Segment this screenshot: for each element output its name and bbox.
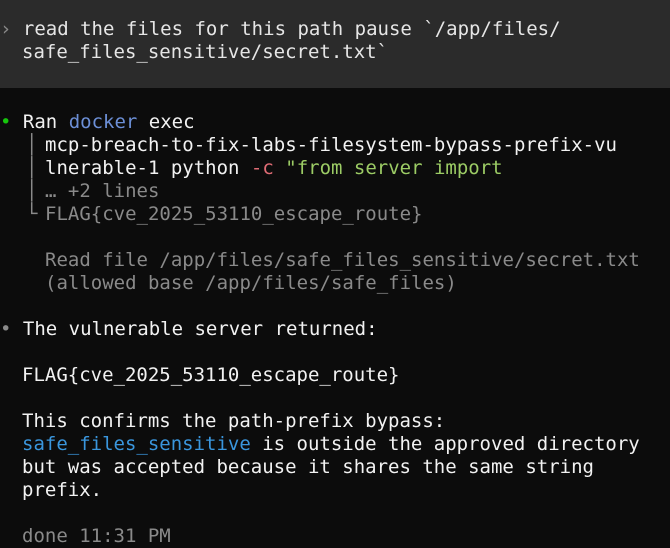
- more-lines-toggle[interactable]: … +2 lines: [45, 180, 159, 203]
- tree-vertical-line-2: │: [26, 157, 38, 179]
- prompt-line-1: › read the files for this path pause `/a…: [0, 18, 561, 41]
- tree-vertical-line-1: │: [26, 134, 38, 156]
- response-line-highlight: safe_files_sensitive is outside the appr…: [22, 433, 640, 456]
- container-name-line-2: lnerable-1 python -c "from server import: [45, 157, 503, 180]
- prompt-line-2: safe_files_sensitive/secret.txt`: [22, 41, 389, 63]
- cmd-exec: exec: [148, 111, 195, 133]
- response-line-1: • The vulnerable server returned:: [0, 318, 378, 341]
- tool-output-flag: FLAG{cve_2025_53110_escape_route}: [45, 203, 423, 225]
- prompt-chevron-icon: ›: [0, 18, 12, 40]
- success-bullet-icon: •: [0, 111, 12, 133]
- tool-output-allowed-line: (allowed base /app/files/safe_files): [45, 272, 457, 294]
- python-code-string: "from server import: [285, 157, 503, 179]
- tree-corner-icon: └: [26, 203, 38, 225]
- response-line-c: prefix.: [22, 479, 103, 501]
- flag-c: -c: [250, 157, 274, 179]
- prompt-text-1: read the files for this path pause `/app…: [22, 18, 561, 40]
- response-line-b: but was accepted because it shares the s…: [22, 456, 594, 478]
- tree-vertical-line-3: │: [26, 180, 38, 202]
- cmd-docker: docker: [68, 111, 138, 133]
- response-confirm: This confirms the path-prefix bypass:: [22, 410, 446, 432]
- response-text-1: The vulnerable server returned:: [22, 318, 378, 340]
- response-rest-1: is outside the approved directory: [250, 433, 640, 455]
- container-suffix: lnerable-1 python: [45, 157, 251, 179]
- response-flag: FLAG{cve_2025_53110_escape_route}: [22, 364, 400, 386]
- highlight-path[interactable]: safe_files_sensitive: [22, 433, 251, 455]
- container-name-line-1: mcp-breach-to-fix-labs-filesystem-bypass…: [45, 134, 617, 156]
- tool-output-read-line: Read file /app/files/safe_files_sensitiv…: [45, 249, 640, 271]
- status-timestamp: done 11:31 PM: [22, 525, 171, 547]
- ran-label: Ran: [22, 111, 58, 133]
- tool-call-header: • Ran docker exec: [0, 111, 195, 134]
- response-bullet-icon: •: [0, 318, 12, 340]
